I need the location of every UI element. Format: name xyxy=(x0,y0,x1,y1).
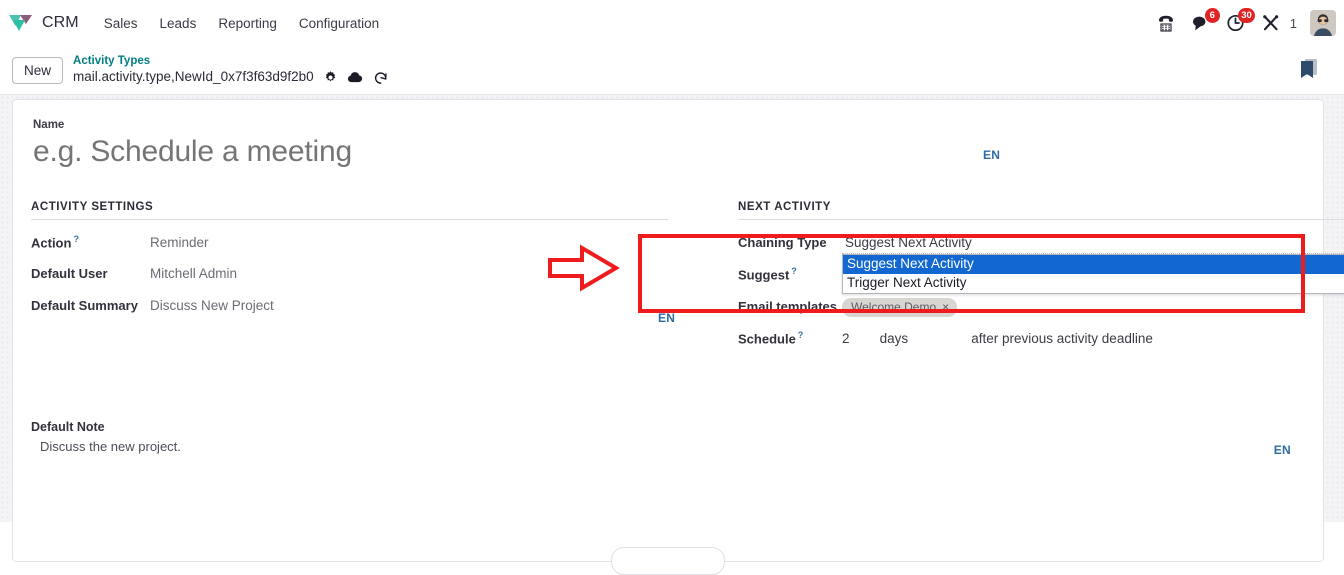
bookmark-icon[interactable] xyxy=(1298,57,1320,84)
chaining-type-select[interactable]: Suggest Next Activity xyxy=(842,234,1344,254)
action-label-text: Action xyxy=(31,235,72,251)
name-label: Name xyxy=(33,119,65,131)
gear-icon[interactable] xyxy=(323,70,338,85)
email-template-tag-label: Welcome Demo xyxy=(851,300,937,314)
default-note-group: Default Note Discuss the new project. EN xyxy=(31,420,1305,457)
field-row-email-templates: Email templates Welcome Demo × xyxy=(738,298,1344,328)
next-activity-group: NEXT ACTIVITY Chaining Type Suggest Next… xyxy=(686,201,1344,362)
default-note-editor[interactable]: Discuss the new project. xyxy=(31,439,1305,454)
chaining-type-label: Chaining Type xyxy=(738,235,827,250)
field-row-chaining-type: Chaining Type Suggest Next Activity Sugg… xyxy=(738,234,1344,294)
field-row-action: Action? Reminder xyxy=(31,234,668,264)
breadcrumb-current-record: mail.activity.type,NewId_0x7f3f63d9f2b0 xyxy=(73,68,314,84)
form-columns: ACTIVITY SETTINGS Action? Reminder Defau… xyxy=(31,201,1344,362)
top-navbar: CRM Sales Leads Reporting Configuration xyxy=(0,0,1344,46)
menu-item-sales[interactable]: Sales xyxy=(93,12,149,35)
brand-name: CRM xyxy=(42,14,79,31)
systray: 6 30 1 xyxy=(1155,0,1336,46)
chaining-type-dropdown-list: Suggest Next Activity Trigger Next Activ… xyxy=(842,254,1344,294)
field-row-default-user: Default User Mitchell Admin xyxy=(31,266,668,296)
suggest-label: Suggest? xyxy=(738,266,842,282)
tools-count: 1 xyxy=(1289,15,1297,31)
activities-badge: 30 xyxy=(1238,8,1255,23)
activity-settings-title: ACTIVITY SETTINGS xyxy=(31,201,668,220)
form-sheet: Name EN ACTIVITY SETTINGS Action? Remind… xyxy=(12,99,1344,575)
language-badge-name[interactable]: EN xyxy=(983,148,1000,162)
default-summary-label: Default Summary xyxy=(31,298,138,313)
default-summary-value[interactable]: Discuss New Project xyxy=(150,298,274,313)
field-row-default-summary: Default Summary Discuss New Project xyxy=(31,298,668,328)
email-template-tag[interactable]: Welcome Demo × xyxy=(842,298,958,317)
default-note-label: Default Note xyxy=(31,420,105,434)
activities-clock-icon[interactable]: 30 xyxy=(1225,8,1255,34)
action-help-icon[interactable]: ? xyxy=(73,234,79,244)
bottom-chatter-pill xyxy=(611,547,725,575)
menu-item-leads[interactable]: Leads xyxy=(149,12,208,35)
schedule-label: Schedule? xyxy=(738,330,842,346)
name-input[interactable] xyxy=(31,135,653,169)
default-user-value[interactable]: Mitchell Admin xyxy=(150,266,237,281)
dropdown-option-suggest-next-activity[interactable]: Suggest Next Activity xyxy=(843,255,1344,274)
chaining-type-select-wrap: Suggest Next Activity Suggest Next Activ… xyxy=(842,234,1344,294)
discard-undo-icon[interactable] xyxy=(373,70,388,85)
form-background: Name EN ACTIVITY SETTINGS Action? Remind… xyxy=(0,95,1344,575)
next-activity-title: NEXT ACTIVITY xyxy=(738,201,1344,220)
schedule-label-text: Schedule xyxy=(738,331,796,347)
suggest-help-icon[interactable]: ? xyxy=(791,266,797,276)
action-value[interactable]: Reminder xyxy=(150,235,209,250)
phone-icon[interactable] xyxy=(1155,12,1177,34)
action-label: Action? xyxy=(31,234,150,250)
new-button[interactable]: New xyxy=(12,56,64,84)
brand-home-link[interactable]: CRM xyxy=(8,12,79,34)
schedule-value-group: 2 days after previous activity deadline xyxy=(842,331,1153,346)
control-panel: New Activity Types mail.activity.type,Ne… xyxy=(0,46,1344,95)
field-row-schedule: Schedule? 2 days after previous activity… xyxy=(738,330,1344,360)
language-badge-note[interactable]: EN xyxy=(1274,443,1291,457)
breadcrumb-parent-link[interactable]: Activity Types xyxy=(73,54,388,68)
activity-settings-group: ACTIVITY SETTINGS Action? Reminder Defau… xyxy=(31,201,686,362)
schedule-reference-select[interactable]: after previous activity deadline xyxy=(971,331,1153,346)
remove-tag-icon[interactable]: × xyxy=(942,301,949,313)
schedule-unit-select[interactable]: days xyxy=(880,331,968,346)
chaining-type-selected-value: Suggest Next Activity xyxy=(845,235,972,250)
breadcrumb: Activity Types mail.activity.type,NewId_… xyxy=(73,54,388,85)
name-field-group: Name EN xyxy=(31,119,1305,169)
odoo-crm-logo-icon xyxy=(8,12,34,34)
menu-item-configuration[interactable]: Configuration xyxy=(288,12,390,35)
default-user-label: Default User xyxy=(31,266,108,281)
messages-badge: 6 xyxy=(1204,8,1220,23)
email-templates-value: Welcome Demo × xyxy=(842,298,958,317)
cloud-upload-icon[interactable] xyxy=(347,70,364,84)
main-menu: Sales Leads Reporting Configuration xyxy=(93,12,390,35)
email-templates-label: Email templates xyxy=(738,299,837,314)
schedule-number-input[interactable]: 2 xyxy=(842,331,876,346)
menu-item-reporting[interactable]: Reporting xyxy=(207,12,288,35)
messages-icon[interactable]: 6 xyxy=(1190,8,1220,34)
user-avatar[interactable] xyxy=(1310,10,1336,36)
schedule-help-icon[interactable]: ? xyxy=(798,330,804,340)
dropdown-option-trigger-next-activity[interactable]: Trigger Next Activity xyxy=(843,274,1344,293)
suggest-label-text: Suggest xyxy=(738,267,790,283)
language-badge-summary[interactable]: EN xyxy=(658,311,675,325)
tools-icon[interactable] xyxy=(1260,12,1282,34)
